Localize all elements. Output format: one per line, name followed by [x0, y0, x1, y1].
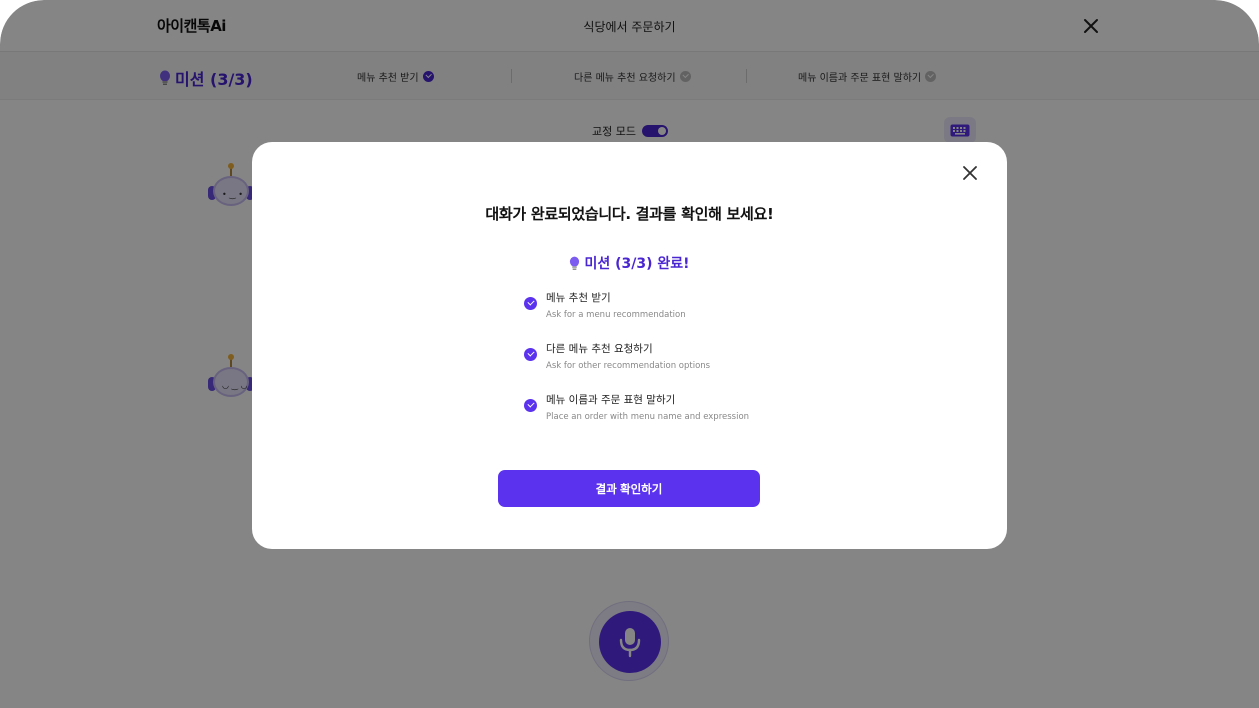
app-window: 아이캔톡Ai 식당에서 주문하기 미션 (3/3) 메뉴 추천 받기 다른 메뉴…	[0, 0, 1259, 708]
item-title: 메뉴 추천 받기	[546, 292, 611, 304]
check-results-button[interactable]: 결과 확인하기	[498, 470, 760, 507]
check-circle-icon	[524, 297, 537, 310]
mission-checklist: 메뉴 추천 받기 Ask for a menu recommendation 다…	[524, 291, 749, 444]
item-subtitle: Ask for other recommendation options	[546, 361, 711, 371]
modal-title: 대화가 완료되었습니다. 결과를 확인해 보세요!	[485, 205, 774, 223]
item-subtitle: Place an order with menu name and expres…	[546, 412, 750, 422]
list-item: 다른 메뉴 추천 요청하기 Ask for other recommendati…	[524, 342, 749, 393]
item-subtitle: Ask for a menu recommendation	[546, 310, 686, 320]
item-title: 메뉴 이름과 주문 표현 말하기	[546, 394, 676, 406]
close-icon[interactable]	[963, 166, 977, 180]
mission-complete: 미션 (3/3) 완료!	[252, 253, 1007, 273]
check-circle-icon	[524, 399, 537, 412]
completion-modal: 대화가 완료되었습니다. 결과를 확인해 보세요! 미션 (3/3) 완료! 메…	[252, 142, 1007, 549]
lightbulb-icon	[570, 256, 580, 270]
mission-complete-label: 미션 (3/3) 완료!	[584, 256, 690, 272]
check-circle-icon	[524, 348, 537, 361]
list-item: 메뉴 이름과 주문 표현 말하기 Place an order with men…	[524, 393, 749, 444]
list-item: 메뉴 추천 받기 Ask for a menu recommendation	[524, 291, 749, 342]
item-title: 다른 메뉴 추천 요청하기	[546, 343, 653, 355]
